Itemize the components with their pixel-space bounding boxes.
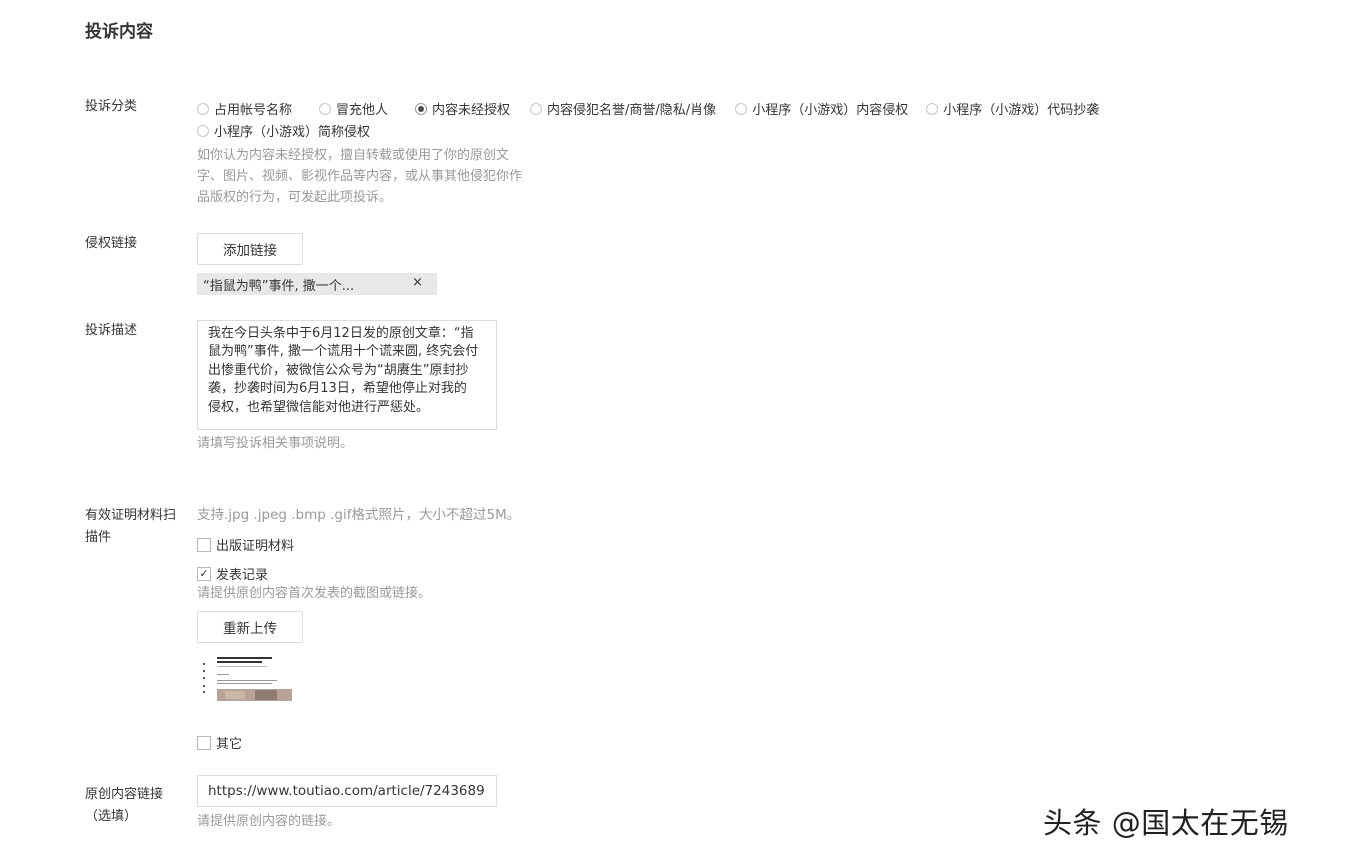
checkbox-other[interactable]: 其它 <box>197 733 242 752</box>
link-tag: “指鼠为鸭”事件, 撒一个... × <box>197 273 437 295</box>
checkbox-icon <box>197 735 211 750</box>
radio-occupy-account-name[interactable]: 占用帐号名称 <box>197 99 292 118</box>
radio-circle-icon <box>926 102 939 115</box>
checkmark-icon: ✓ <box>197 566 211 581</box>
category-hint: 如你认为内容未经授权，擅自转载或使用了你的原创文 字、图片、视频、影视作品等内容… <box>197 148 523 205</box>
radio-circle-icon <box>319 102 332 115</box>
original-link-hint: 请提供原创内容的链接。 <box>197 814 341 829</box>
evidence-label: 有效证明材料扫 描件 <box>85 508 177 545</box>
description-label: 投诉描述 <box>85 323 138 338</box>
section-title: 投诉内容 <box>85 22 153 42</box>
radio-miniprogram-content[interactable]: 小程序（小游戏）内容侵权 <box>735 99 908 118</box>
original-link-label: 原创内容链接 （选填） <box>85 787 164 824</box>
watermark: 头条 @国太在无锡 <box>1043 806 1289 840</box>
radio-circle-icon <box>197 102 209 115</box>
radio-reputation-privacy[interactable]: 内容侵犯名誉/商誉/隐私/肖像 <box>530 99 716 118</box>
description-textarea[interactable]: 我在今日头条中于6月12日发的原创文章：“指 鼠为鸭”事件, 撒一个谎用十个谎来… <box>197 320 497 430</box>
thumbnail-image <box>200 655 292 701</box>
radio-circle-icon <box>530 102 543 115</box>
close-icon[interactable]: × <box>412 275 423 290</box>
description-hint: 请填写投诉相关事项说明。 <box>197 436 354 451</box>
radio-miniprogram-code[interactable]: 小程序（小游戏）代码抄袭 <box>926 99 1099 118</box>
category-radio-row-2: 小程序（小游戏）简称侵权 <box>197 121 370 140</box>
checkbox-icon <box>197 537 211 552</box>
radio-impersonate[interactable]: 冒充他人 <box>319 99 388 118</box>
infringing-link-label: 侵权链接 <box>85 236 138 251</box>
checkbox-publish-record[interactable]: ✓ 发表记录 <box>197 564 268 583</box>
reupload-button[interactable]: 重新上传 <box>197 611 303 643</box>
radio-checked-icon <box>415 102 428 115</box>
uploaded-screenshot-thumbnail[interactable] <box>200 655 292 701</box>
checkbox-publish-proof[interactable]: 出版证明材料 <box>197 535 294 554</box>
radio-content-unauthorized[interactable]: 内容未经授权 <box>415 99 510 118</box>
radio-circle-icon <box>197 124 209 137</box>
original-link-input[interactable]: https://www.toutiao.com/article/7243689 <box>197 775 497 807</box>
category-radio-row-1: 占用帐号名称 冒充他人 内容未经授权 内容侵犯名誉/商誉/隐私/肖像 小程序（小… <box>197 99 1099 118</box>
category-label: 投诉分类 <box>85 99 138 114</box>
format-hint: 支持.jpg .jpeg .bmp .gif格式照片，大小不超过5M。 <box>197 507 521 523</box>
record-hint: 请提供原创内容首次发表的截图或链接。 <box>197 586 432 601</box>
radio-miniprogram-shortname[interactable]: 小程序（小游戏）简称侵权 <box>197 121 370 140</box>
add-link-button[interactable]: 添加链接 <box>197 233 303 265</box>
link-tag-text: “指鼠为鸭”事件, 撒一个... <box>203 278 355 294</box>
radio-circle-icon <box>735 102 748 115</box>
